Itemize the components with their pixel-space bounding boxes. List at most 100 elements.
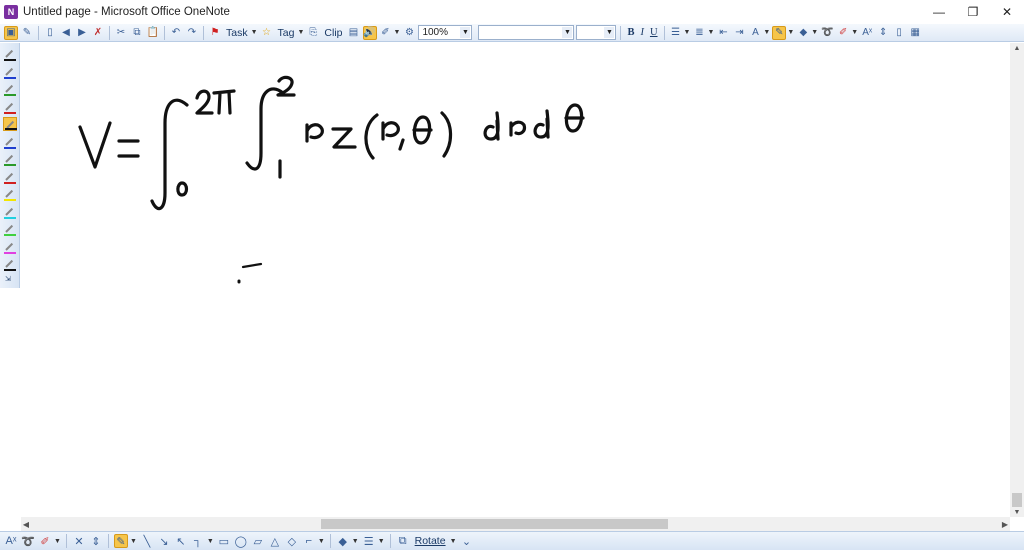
pen-magenta-highlighter-icon[interactable] [3,240,17,254]
zoom-select[interactable]: 100% ▼ [418,25,473,40]
font-color-icon[interactable]: A [748,26,762,40]
italic-button[interactable]: I [638,27,646,38]
pen-dropdown-icon[interactable]: ▼ [130,538,137,545]
zoom-dropdown-icon[interactable]: ▼ [460,27,471,38]
line-weight-icon[interactable]: ☰ [362,534,376,548]
pen-icon[interactable]: ✎ [113,534,128,548]
table-icon[interactable]: ▤ [347,26,361,40]
horizontal-scroll-thumb[interactable] [321,519,668,529]
rotate-button[interactable]: Rotate [413,535,448,547]
diamond-icon[interactable]: ◇ [285,534,299,548]
task-button[interactable]: Task [224,27,250,39]
font-name-dropdown-icon[interactable]: ▼ [562,27,573,38]
lasso-icon[interactable]: ➰ [21,534,35,548]
ink-to-text-icon[interactable]: Aˣ [860,26,874,40]
pen-black-thick-icon[interactable] [3,117,17,131]
fill-color-icon[interactable]: ◆ [796,26,810,40]
connector-icon[interactable]: ⌐ [302,534,316,548]
tag-star-icon[interactable]: ☆ [260,26,274,40]
copy-icon[interactable]: ⧉ [130,26,144,40]
numbering-dropdown-icon[interactable]: ▼ [707,29,714,36]
eraser-icon[interactable]: ✐ [836,26,850,40]
pen-green-highlighter-icon[interactable] [3,222,17,236]
settings-icon[interactable]: ⚙ [402,26,416,40]
scroll-right-icon[interactable]: ▶ [1000,517,1010,531]
fill-color-dropdown-icon[interactable]: ▼ [352,538,359,545]
minimize-button[interactable]: — [922,0,956,24]
eraser-dropdown-icon[interactable]: ▼ [54,538,61,545]
pin-icon[interactable]: ✎ [20,26,34,40]
tag-dropdown-icon[interactable]: ▼ [297,29,304,36]
highlighter-dropdown-icon[interactable]: ▼ [787,29,794,36]
pen-green-icon[interactable] [3,82,17,96]
page-view-icon[interactable]: ▣ [4,25,18,40]
fill-color-dropdown-icon[interactable]: ▼ [811,29,818,36]
pen-black-fine-icon[interactable] [3,257,17,271]
arrow-icon[interactable]: ↘ [157,534,171,548]
highlighter-pen-icon[interactable]: ✎ [772,25,787,40]
line-weight-dropdown-icon[interactable]: ▼ [378,538,385,545]
redo-icon[interactable]: ↷ [185,26,199,40]
indent-icon[interactable]: ⇥ [732,26,746,40]
page-icon[interactable]: ▯ [892,26,906,40]
arrange-icon[interactable]: ⧉ [396,534,410,548]
tag-button[interactable]: Tag [276,27,297,39]
insert-space-icon[interactable]: ⇕ [89,534,103,548]
font-size-select[interactable]: ▼ [576,25,617,40]
axis-dropdown-icon[interactable]: ▼ [207,538,214,545]
undo-icon[interactable]: ↶ [169,26,183,40]
vertical-scroll-thumb[interactable] [1012,493,1022,507]
outdent-icon[interactable]: ⇤ [716,26,730,40]
pen-green-thick-icon[interactable] [3,152,17,166]
scroll-up-icon[interactable]: ▲ [1010,43,1024,53]
task-dropdown-icon[interactable]: ▼ [251,29,258,36]
numbering-icon[interactable]: ≣ [692,26,706,40]
paste-icon[interactable]: 📋 [146,26,160,40]
fill-color-icon[interactable]: ◆ [336,534,350,548]
note-page-canvas[interactable] [21,43,1009,517]
connector-dropdown-icon[interactable]: ▼ [318,538,325,545]
pen-dropdown-icon[interactable]: ▼ [394,29,401,36]
delete-ink-icon[interactable]: ✕ [72,534,86,548]
options-icon[interactable]: ▦ [908,26,922,40]
audio-icon[interactable]: 🔊 [362,25,377,40]
lasso-icon[interactable]: ➰ [820,26,834,40]
pen-select-icon[interactable]: ✐ [379,26,393,40]
delete-icon[interactable]: ✗ [91,26,105,40]
palette-more-icon[interactable]: ⇲ [5,275,15,283]
pen-blue-thick-icon[interactable] [3,135,17,149]
font-color-dropdown-icon[interactable]: ▼ [763,29,770,36]
parallelogram-icon[interactable]: ▱ [251,534,265,548]
scroll-down-icon[interactable]: ▼ [1010,507,1024,517]
bold-button[interactable]: B [625,27,636,38]
pen-red-thick-icon[interactable] [3,170,17,184]
horizontal-scrollbar[interactable]: ◀ ▶ [21,517,1010,531]
forward-icon[interactable]: ▶ [75,26,89,40]
toolbar-options-icon[interactable]: ⌄ [460,534,474,548]
vertical-scrollbar[interactable]: ▲ ▼ [1010,43,1024,517]
scroll-left-icon[interactable]: ◀ [21,517,31,531]
ink-to-text-icon[interactable]: Aˣ [4,534,18,548]
bullets-icon[interactable]: ☰ [669,26,683,40]
font-name-select[interactable]: ▼ [478,25,575,40]
clip-icon[interactable]: ⎘ [306,26,320,40]
double-arrow-icon[interactable]: ↖ [174,534,188,548]
ellipse-icon[interactable]: ◯ [234,534,248,548]
axis-icon[interactable]: ┐ [191,534,205,548]
eraser-dropdown-icon[interactable]: ▼ [851,29,858,36]
restore-button[interactable]: ❐ [956,0,990,24]
handwritten-ink[interactable] [21,43,1009,517]
rectangle-icon[interactable]: ▭ [217,534,231,548]
font-size-dropdown-icon[interactable]: ▼ [604,27,615,38]
bullets-dropdown-icon[interactable]: ▼ [684,29,691,36]
triangle-icon[interactable]: △ [268,534,282,548]
pen-black-icon[interactable] [3,47,17,61]
clip-button[interactable]: Clip [322,27,344,39]
pen-cyan-highlighter-icon[interactable] [3,205,17,219]
pen-blue-icon[interactable] [3,65,17,79]
task-flag-icon[interactable]: ⚑ [208,26,222,40]
pen-red-icon[interactable] [3,100,17,114]
underline-button[interactable]: U [648,27,660,38]
new-page-icon[interactable]: ▯ [43,26,57,40]
back-icon[interactable]: ◀ [59,26,73,40]
